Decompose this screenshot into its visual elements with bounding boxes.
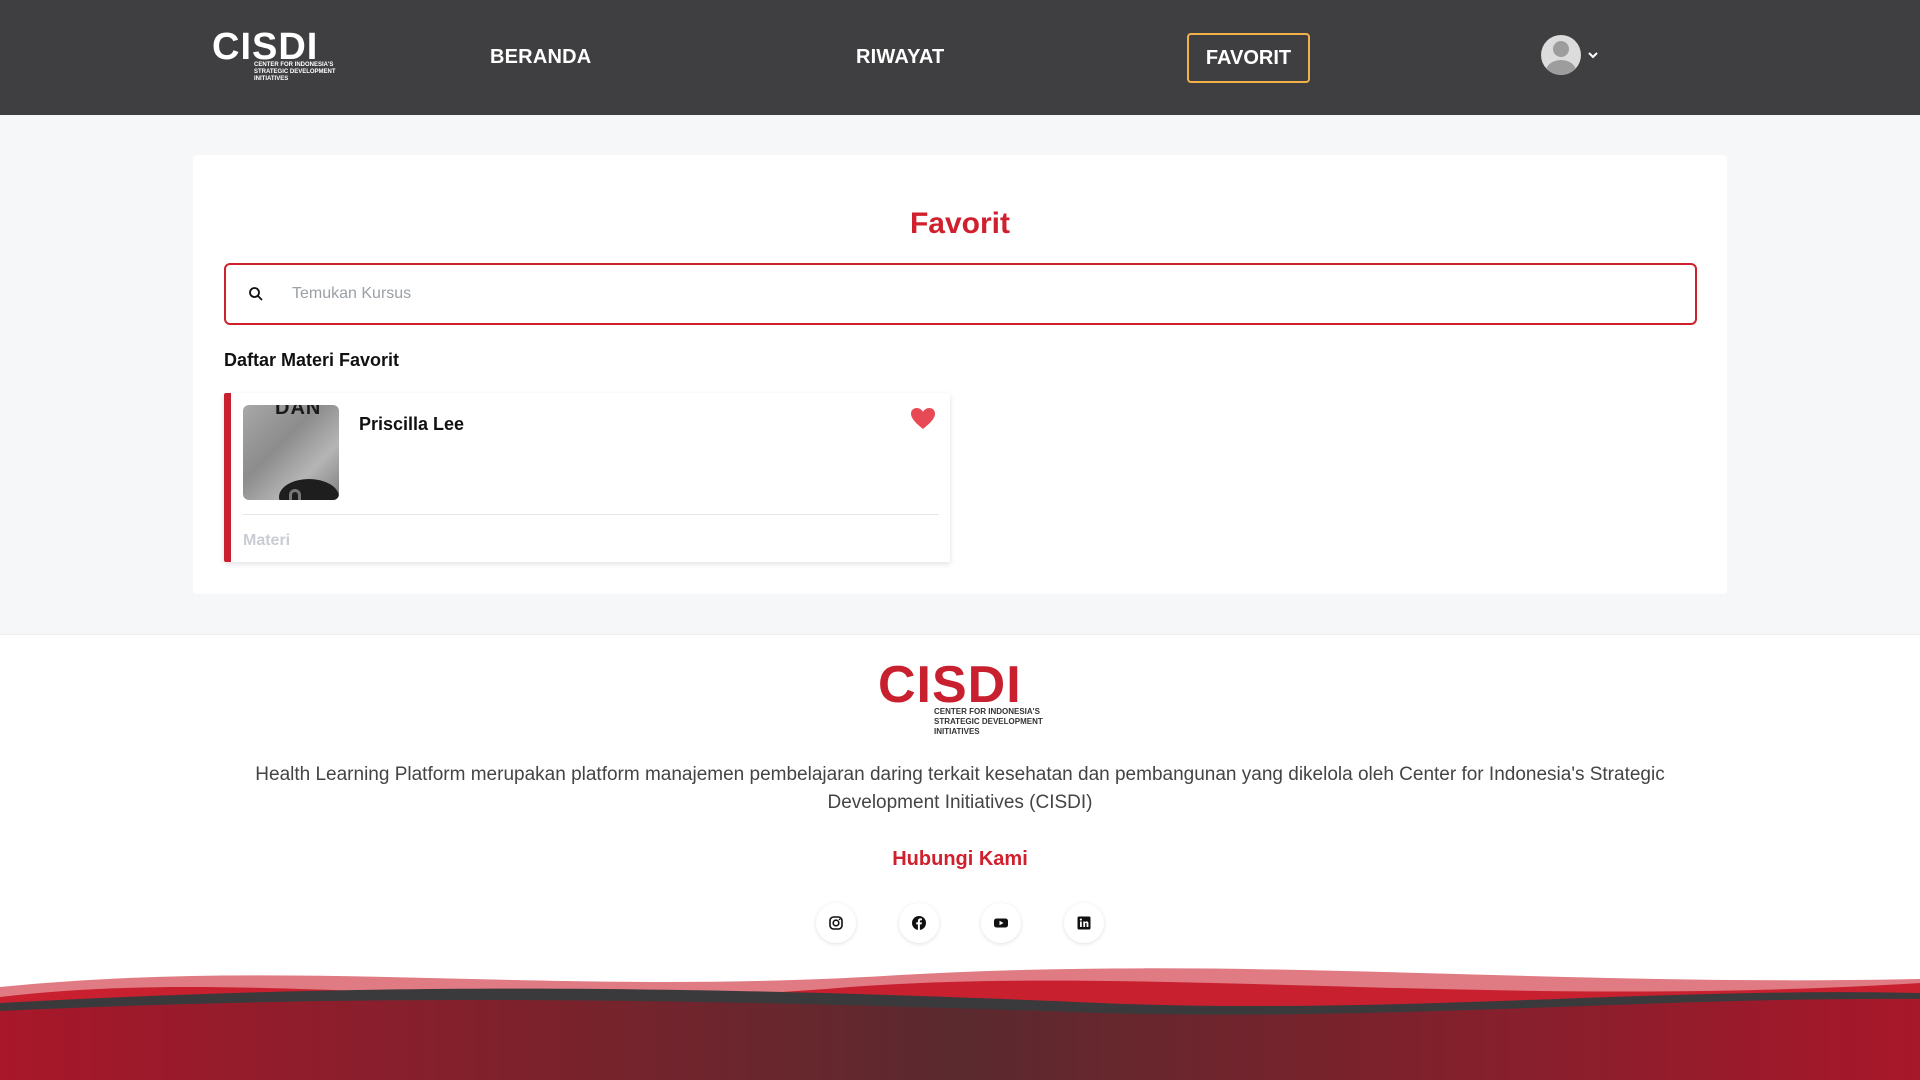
youtube-icon[interactable] — [981, 903, 1021, 943]
footer-description: Health Learning Platform merupakan platf… — [255, 764, 1665, 813]
nav-link-beranda[interactable]: BERANDA — [490, 46, 591, 69]
thumbnail-text: DAN — [275, 405, 322, 419]
user-avatar-icon — [1541, 35, 1581, 75]
nav-link-favorit-label: FAVORIT — [1205, 46, 1292, 69]
footer-wave-decoration — [0, 968, 1920, 1080]
favorite-item-type: Materi — [243, 532, 291, 549]
contact-title: Hubungi Kami — [892, 848, 1028, 870]
page-title: Favorit — [909, 207, 1011, 240]
cisdi-logo[interactable]: CISDI CENTER FOR INDONESIA'S STRATEGIC D… — [212, 28, 336, 86]
logo-subtitle: CENTER FOR INDONESIA'S STRATEGIC DEVELOP… — [254, 62, 336, 82]
nav-link-riwayat[interactable]: RIWAYAT — [856, 46, 944, 69]
search-icon — [249, 287, 263, 301]
search-input[interactable] — [292, 285, 1672, 303]
instagram-icon[interactable] — [816, 903, 856, 943]
logo-wordmark: CISDI — [212, 26, 319, 68]
search-bar[interactable] — [224, 263, 1697, 325]
user-menu[interactable] — [1541, 35, 1600, 75]
chevron-down-icon — [1588, 52, 1598, 59]
card-divider — [243, 514, 939, 515]
section-title: Daftar Materi Favorit — [224, 350, 400, 370]
top-navbar: CISDI CENTER FOR INDONESIA'S STRATEGIC D… — [0, 0, 1920, 115]
favorites-panel: Favorit Daftar Materi Favorit DAN Prisci… — [193, 155, 1727, 594]
linkedin-icon[interactable] — [1064, 903, 1104, 943]
heart-icon[interactable] — [910, 407, 936, 431]
nav-link-favorit[interactable]: FAVORIT — [1187, 33, 1310, 83]
facebook-icon[interactable] — [899, 903, 939, 943]
favorite-item-name: Priscilla Lee — [359, 414, 465, 434]
footer-cisdi-logo: CISDI CENTER FOR INDONESIA'S STRATEGIC D… — [878, 659, 1046, 743]
favorite-item-card[interactable]: DAN Priscilla Lee Materi — [224, 393, 950, 562]
footer-logo-subtitle: CENTER FOR INDONESIA'S STRATEGIC DEVELOP… — [934, 707, 1043, 736]
course-thumbnail: DAN — [243, 405, 339, 500]
footer-logo-wordmark: CISDI — [878, 656, 1022, 714]
footer: CISDI CENTER FOR INDONESIA'S STRATEGIC D… — [0, 634, 1920, 1080]
